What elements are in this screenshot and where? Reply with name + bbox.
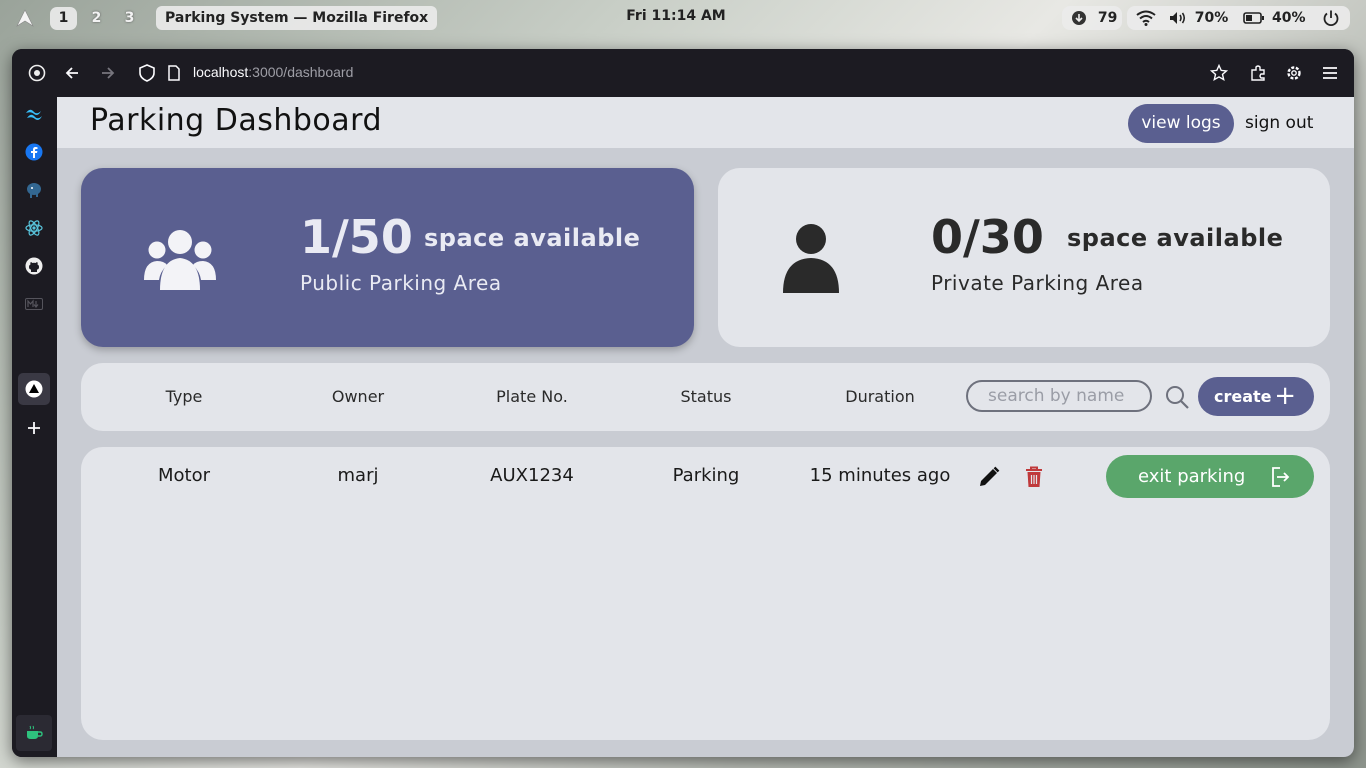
cell-status: Parking	[672, 465, 740, 486]
battery-icon	[1243, 12, 1265, 24]
column-header-type: Type	[165, 387, 203, 406]
arch-logo-icon[interactable]	[16, 9, 34, 27]
url-bar[interactable]: localhost:3000/dashboard	[193, 64, 353, 80]
private-space-count: 0/30	[931, 210, 1044, 264]
power-icon	[1324, 10, 1339, 27]
firefox-window: localhost:3000/dashboard Parking Dashboa…	[12, 49, 1354, 757]
add-panel-icon[interactable]	[24, 418, 44, 438]
updates-count: 79	[1097, 10, 1118, 26]
view-logs-button[interactable]: view logs	[1128, 104, 1234, 143]
table-body: Motor marj AUX1234 Parking 15 minutes ag…	[81, 447, 1330, 740]
url-path: :3000/dashboard	[248, 64, 354, 80]
vercel-icon[interactable]	[24, 379, 44, 399]
page-header: Parking Dashboard view logs sign out	[57, 97, 1354, 148]
cell-plate: AUX1234	[490, 465, 574, 486]
column-header-owner: Owner	[331, 387, 385, 406]
download-icon	[1072, 11, 1086, 25]
private-parking-card: 0/30 space available Private Parking Are…	[718, 168, 1330, 347]
cell-type: Motor	[157, 465, 210, 486]
volume-level: 70%	[1194, 10, 1229, 26]
create-label: create	[1214, 387, 1272, 406]
sign-out-button[interactable]: sign out	[1245, 104, 1313, 143]
page-info-icon[interactable]	[164, 63, 184, 83]
browser-toolbar: localhost:3000/dashboard	[12, 49, 1354, 97]
group-users-icon	[144, 230, 216, 290]
exit-parking-label: exit parking	[1138, 466, 1246, 487]
facebook-icon[interactable]	[24, 142, 44, 162]
shield-icon[interactable]	[137, 63, 157, 83]
table-header-bar: Type Owner Plate No. Status Duration cre…	[81, 363, 1330, 431]
extensions-icon[interactable]	[1248, 63, 1268, 83]
public-space-count: 1/50	[300, 210, 413, 264]
exit-parking-button[interactable]: exit parking	[1106, 455, 1314, 498]
search-input[interactable]	[966, 380, 1152, 412]
workspace-1[interactable]: 1	[50, 7, 77, 30]
github-icon[interactable]	[24, 256, 44, 276]
plus-icon: +	[1274, 381, 1296, 411]
edit-pencil-icon[interactable]	[977, 465, 1001, 489]
system-top-bar: 1 2 3 Parking System — Mozilla Firefox F…	[0, 0, 1366, 36]
tailwind-icon[interactable]	[24, 104, 44, 124]
public-space-available-label: space available	[424, 224, 641, 252]
exit-door-icon	[1272, 467, 1290, 487]
search-icon[interactable]	[1164, 384, 1190, 410]
private-area-label: Private Parking Area	[931, 271, 1144, 295]
create-button[interactable]: create +	[1198, 377, 1314, 416]
dashboard-page: Parking Dashboard view logs sign out 1/5…	[57, 97, 1354, 757]
cell-duration: 15 minutes ago	[809, 465, 951, 486]
battery-level: 40%	[1272, 10, 1306, 26]
delete-trash-icon[interactable]	[1023, 465, 1045, 489]
url-host: localhost	[193, 64, 249, 80]
updates-indicator[interactable]: 79	[1062, 6, 1122, 30]
status-indicators[interactable]: 70% 40%	[1127, 6, 1350, 30]
wifi-icon	[1136, 10, 1156, 26]
bookmark-star-icon[interactable]	[1209, 63, 1229, 83]
public-parking-card: 1/50 space available Public Parking Area	[81, 168, 694, 347]
workspace-3[interactable]: 3	[116, 7, 143, 30]
column-header-status: Status	[680, 387, 732, 406]
settings-gear-icon[interactable]	[1284, 63, 1304, 83]
clock[interactable]: Fri 11:14 AM	[620, 8, 732, 24]
workspace-2[interactable]: 2	[83, 7, 110, 30]
menu-hamburger-icon[interactable]	[1320, 63, 1340, 83]
browser-sidebar	[12, 97, 57, 757]
public-area-label: Public Parking Area	[300, 271, 502, 295]
react-icon[interactable]	[24, 218, 44, 238]
column-header-duration: Duration	[845, 387, 915, 406]
page-title: Parking Dashboard	[90, 103, 383, 138]
markdown-icon[interactable]	[24, 294, 44, 314]
cell-owner: marj	[337, 465, 379, 486]
postgresql-icon[interactable]	[24, 180, 44, 200]
forward-icon[interactable]	[98, 63, 118, 83]
coffee-cup-icon	[27, 725, 43, 739]
private-space-available-label: space available	[1067, 224, 1284, 252]
firefox-view-icon[interactable]	[27, 63, 47, 83]
back-icon[interactable]	[62, 63, 82, 83]
sidebar-bottom-app[interactable]	[16, 715, 52, 751]
column-header-plate: Plate No.	[496, 387, 568, 406]
volume-icon	[1169, 12, 1185, 24]
user-icon	[783, 224, 839, 293]
active-window-title: Parking System — Mozilla Firefox	[156, 6, 438, 30]
